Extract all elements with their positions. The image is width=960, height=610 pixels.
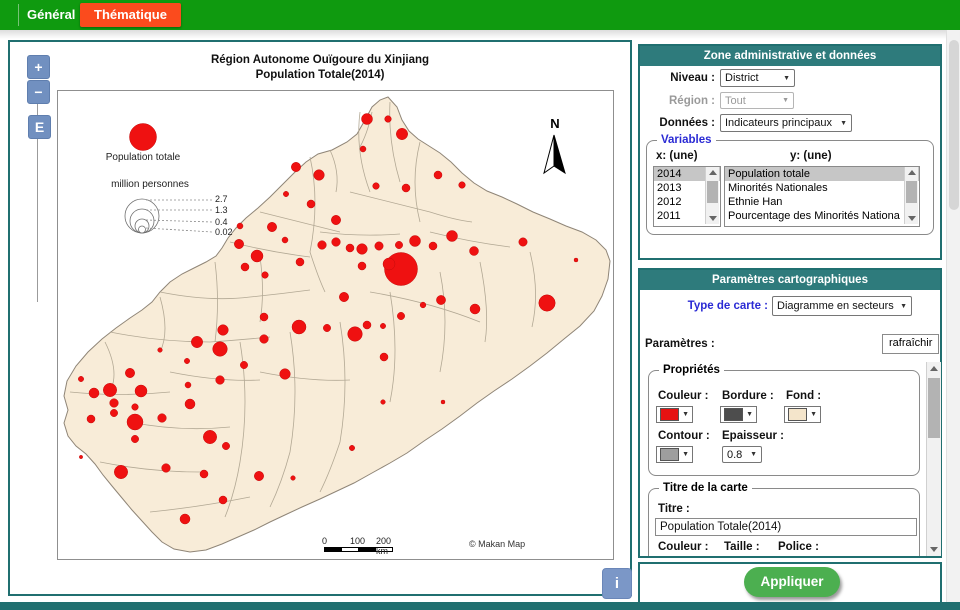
full-extent-button[interactable]: E: [28, 115, 51, 139]
fond-label: Fond :: [786, 390, 821, 402]
list-item[interactable]: Minorités Nationales: [725, 181, 919, 195]
couleur-label: Couleur :: [658, 390, 708, 402]
info-button[interactable]: i: [602, 568, 632, 599]
north-arrow-icon: [544, 135, 565, 173]
tab-general[interactable]: Général: [27, 0, 75, 30]
legend-size-circles: [125, 199, 159, 233]
couleur-swatch-select[interactable]: [656, 406, 693, 423]
zoom-out-button[interactable]: −: [27, 80, 50, 104]
region-select: Tout: [720, 92, 794, 109]
page-scrollbar-thumb[interactable]: [949, 40, 959, 210]
x-axis-label: x: (une): [656, 150, 698, 162]
map-attribution: © Makan Map: [469, 539, 525, 549]
menu-separator: [18, 4, 19, 26]
fond-swatch-select[interactable]: [784, 406, 821, 423]
legend-size-value: 0.4: [215, 217, 228, 227]
contour-chip: [660, 448, 679, 461]
y-axis-label: y: (une): [790, 150, 832, 162]
region-label: Région :: [640, 95, 715, 107]
donnees-value: Indicateurs principaux: [725, 117, 837, 129]
donnees-label: Données :: [640, 117, 715, 129]
legend-size-value: 1.3: [215, 205, 228, 215]
region-value: Tout: [725, 95, 779, 107]
epaisseur-label: Epaisseur :: [722, 430, 784, 442]
parametres-label: Paramètres :: [645, 338, 715, 350]
type-carte-select[interactable]: Diagramme en secteurs: [772, 296, 912, 316]
couleur-chip: [660, 408, 679, 421]
legend-bubble-symbol: [130, 124, 157, 151]
x-listbox-scrollbar[interactable]: [705, 167, 719, 224]
contour-swatch-select[interactable]: [656, 446, 693, 463]
list-item[interactable]: Population totale: [725, 167, 919, 181]
titre-label: Titre :: [658, 503, 690, 515]
type-carte-label: Type de carte :: [650, 300, 768, 312]
scalebar-tick: 0: [322, 536, 327, 546]
legend-leader-lines: [146, 200, 212, 232]
list-item[interactable]: Ethnie Han: [725, 195, 919, 209]
y-listbox-scrollbar[interactable]: [904, 167, 918, 224]
scalebar-tick: 200 km: [376, 536, 394, 556]
page-scrollbar[interactable]: [946, 30, 960, 610]
donnees-select[interactable]: Indicateurs principaux: [720, 114, 852, 132]
y-variable-listbox[interactable]: Population totaleMinorités NationalesEth…: [724, 166, 920, 227]
fond-chip: [788, 408, 807, 421]
topbar-shadow: [0, 30, 960, 39]
carto-params-header: Paramètres cartographiques: [640, 270, 940, 290]
refresh-button[interactable]: rafraîchir: [882, 334, 939, 354]
niveau-select[interactable]: District: [720, 69, 795, 87]
bottom-bar: [0, 602, 960, 610]
epaisseur-select[interactable]: 0.8: [722, 446, 762, 463]
titre-carte-legend: Titre de la carte: [659, 482, 752, 494]
proprietes-legend: Propriétés: [659, 364, 724, 376]
legend-size-value: 2.7: [215, 194, 228, 204]
xinjiang-map[interactable]: [10, 42, 630, 594]
niveau-label: Niveau :: [640, 72, 715, 84]
zoom-in-button[interactable]: +: [27, 55, 50, 79]
north-label: N: [546, 116, 564, 131]
params-scrollbar[interactable]: [926, 362, 941, 556]
map-panel: Région Autonome Ouïgoure du Xinjiang Pop…: [8, 40, 632, 596]
bordure-chip: [724, 408, 743, 421]
contour-label: Contour :: [658, 430, 710, 442]
scalebar-tick: 100: [350, 536, 365, 546]
niveau-value: District: [725, 72, 780, 84]
scalebar: 0 100 200 km: [324, 547, 394, 553]
type-carte-value: Diagramme en secteurs: [777, 300, 897, 312]
titre-couleur-label: Couleur :: [658, 541, 708, 553]
legend-size-value: 0.02: [215, 227, 233, 237]
tab-thematique[interactable]: Thématique: [80, 3, 181, 27]
legend-size-title: million personnes: [100, 179, 200, 190]
bordure-label: Bordure :: [722, 390, 774, 402]
variables-legend: Variables: [657, 134, 716, 146]
titre-taille-label: Taille :: [724, 541, 760, 553]
legend-bubble-label: Population totale: [103, 152, 183, 163]
titre-police-label: Police :: [778, 541, 819, 553]
titre-input[interactable]: [655, 518, 917, 536]
admin-zone-header: Zone administrative et données: [640, 46, 940, 66]
list-item[interactable]: Pourcentage des Minorités Nationa: [725, 209, 919, 223]
apply-button[interactable]: Appliquer: [744, 567, 840, 597]
bordure-swatch-select[interactable]: [720, 406, 757, 423]
epaisseur-value: 0.8: [727, 449, 747, 461]
